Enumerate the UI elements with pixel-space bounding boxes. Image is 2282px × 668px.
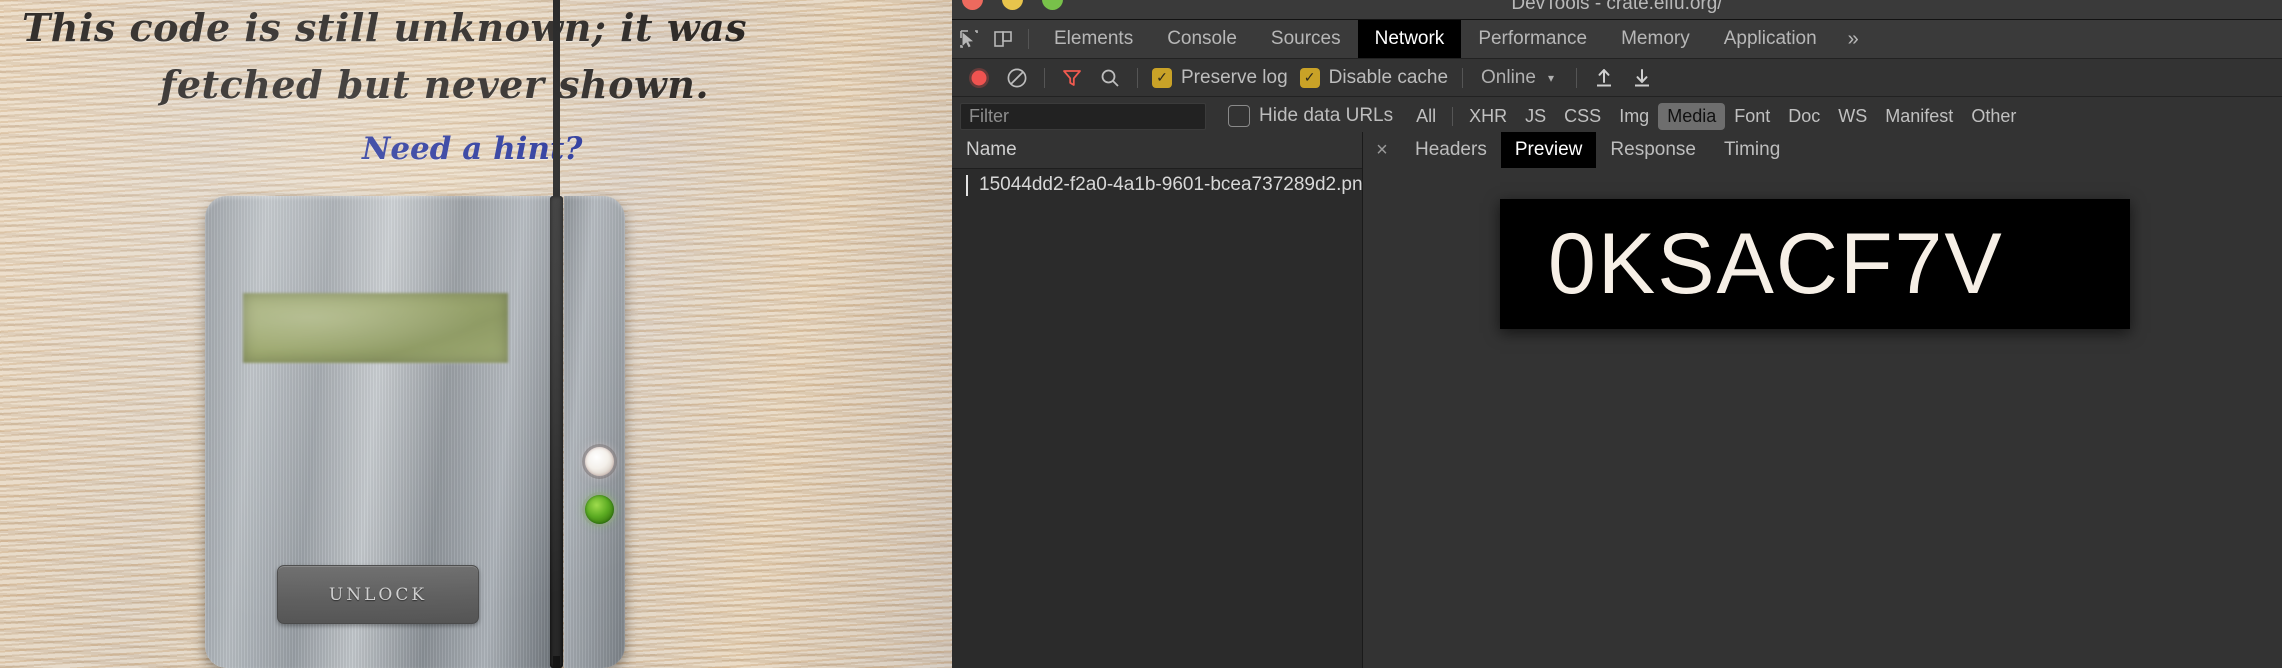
crate-seam-bottom [553,656,560,668]
toolbar-divider-4 [1575,67,1577,88]
record-button[interactable] [960,59,998,96]
crate-lock-device: UNLOCK [205,0,625,668]
toolbar-divider-1 [1044,67,1045,88]
tab-network[interactable]: Network [1357,20,1462,58]
lcd-display [243,293,508,363]
tabbar-divider [1028,29,1029,49]
filter-type-font[interactable]: Font [1725,103,1779,130]
preview-image: 0KSACF7V [1500,199,2130,329]
unlock-code-text: 0KSACF7V [1548,215,2004,312]
crate-seam [550,196,563,668]
tab-headers[interactable]: Headers [1401,132,1501,168]
filter-input[interactable] [960,102,1206,130]
preserve-log-label: Preserve log [1181,66,1288,88]
crate-seam-top [553,0,560,200]
filter-type-all[interactable]: All [1407,103,1445,130]
hide-data-urls-checkbox[interactable]: Hide data URLs [1228,105,1393,127]
need-a-hint-link[interactable]: Need a hint? [362,131,582,167]
detail-tabbar: × Headers Preview Response Timing [1363,132,2282,169]
disable-cache-check-icon: ✓ [1299,67,1320,88]
import-har-icon[interactable] [1585,59,1623,96]
chevron-down-icon[interactable]: ▾ [1546,71,1568,85]
tab-application[interactable]: Application [1707,20,1834,58]
crate-panel-right [564,196,625,668]
more-tabs-icon[interactable]: » [1834,20,1873,58]
tab-preview[interactable]: Preview [1500,132,1597,168]
unlock-button[interactable]: UNLOCK [277,565,479,624]
filter-type-other[interactable]: Other [1962,103,2025,130]
tab-timing[interactable]: Timing [1710,132,1794,168]
hide-data-urls-check-icon [1228,105,1250,127]
window-title: DevTools - crate.elfu.org/ [1511,0,1723,14]
filter-type-xhr[interactable]: XHR [1460,103,1516,130]
unlock-button-label: UNLOCK [328,584,428,605]
clear-button[interactable] [998,59,1036,96]
export-har-icon[interactable] [1623,59,1661,96]
request-list-column-header: Name [952,132,1362,169]
network-toolbar: ✓ Preserve log ✓ Disable cache Online ▾ [952,59,2282,97]
tab-console[interactable]: Console [1150,20,1254,58]
devtools-tabbar: Elements Console Sources Network Perform… [952,20,2282,59]
toolbar-divider-2 [1137,67,1138,88]
network-panes: Name 15044dd2-f2a0-4a1b-9601-bcea737289d… [952,132,2282,668]
image-file-icon [966,174,968,196]
filter-type-manifest[interactable]: Manifest [1876,103,1962,130]
filter-type-img[interactable]: Img [1610,103,1658,130]
hint-text-line-2: fetched but never shown. [160,62,710,107]
preview-content-area: 0KSACF7V [1363,168,2282,668]
request-list-pane: Name 15044dd2-f2a0-4a1b-9601-bcea737289d… [952,132,1373,668]
tab-memory[interactable]: Memory [1604,20,1707,58]
screenshot-root: This code is still unknown; it was fetch… [0,0,2282,668]
hide-data-urls-label: Hide data URLs [1259,105,1394,126]
disable-cache-label: Disable cache [1328,66,1449,88]
tab-performance[interactable]: Performance [1461,20,1604,58]
devtools-titlebar: DevTools - crate.elfu.org/ [952,0,2282,20]
tab-sources[interactable]: Sources [1254,20,1358,58]
preserve-log-checkbox[interactable]: ✓ Preserve log [1152,67,1288,89]
preserve-log-check-icon: ✓ [1152,67,1172,88]
tab-elements[interactable]: Elements [1037,20,1150,58]
throttling-select[interactable]: Online [1471,67,1546,89]
devtools-window: DevTools - crate.elfu.org/ Elements Cons… [952,0,2282,668]
search-icon[interactable] [1091,59,1129,96]
close-icon[interactable]: × [1363,139,1401,162]
hint-text-line-1: This code is still unknown; it was [22,5,748,50]
crate-game-page: This code is still unknown; it was fetch… [0,0,952,668]
status-led-white-icon [585,447,614,476]
disable-cache-checkbox[interactable]: ✓ Disable cache [1299,66,1449,89]
inspect-element-icon[interactable] [952,20,986,58]
request-detail-pane: × Headers Preview Response Timing 0KSACF… [1363,132,2282,668]
filter-type-ws[interactable]: WS [1829,103,1876,130]
tab-response[interactable]: Response [1596,132,1710,168]
request-name: 15044dd2-f2a0-4a1b-9601-bcea737289d2.png [979,174,1374,195]
filter-type-doc[interactable]: Doc [1779,103,1829,130]
filter-icon[interactable] [1053,59,1091,96]
filter-type-js[interactable]: JS [1516,103,1555,130]
filter-type-media[interactable]: Media [1658,102,1726,130]
status-led-green-icon [585,495,614,524]
filter-divider [1452,106,1454,126]
filter-type-css[interactable]: CSS [1555,103,1610,130]
device-toolbar-icon[interactable] [986,20,1020,58]
toolbar-divider-3 [1462,67,1464,88]
table-row[interactable]: 15044dd2-f2a0-4a1b-9601-bcea737289d2.png [952,169,1373,201]
network-filter-bar: Hide data URLs All XHR JS CSS Img Media … [952,97,2282,136]
